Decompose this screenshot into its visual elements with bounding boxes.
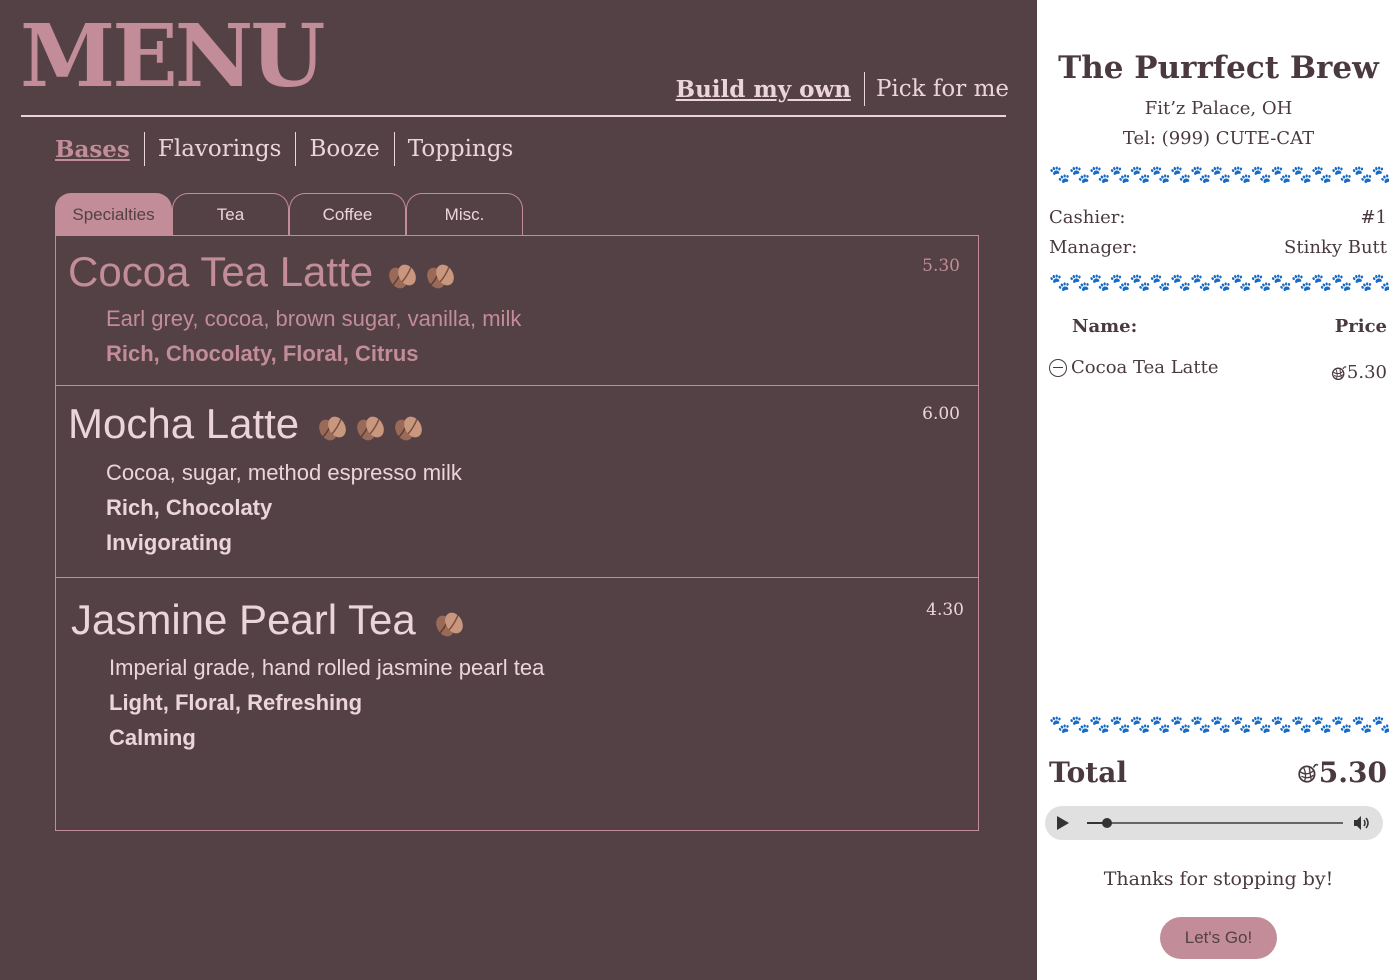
menu-item-mocha-latte[interactable]: Mocha Latte 6.00 Cocoa, sugar, method es… <box>56 386 978 578</box>
manager-value: Stinky Butt <box>1284 237 1387 258</box>
item-flavor-tags: Rich, Chocolaty, Floral, Citrus <box>106 341 419 366</box>
manager-label: Manager: <box>1049 237 1138 258</box>
category-booze[interactable]: Booze <box>309 136 379 162</box>
divider <box>863 72 865 106</box>
menu-tabs: Specialties Tea Coffee Misc. <box>55 193 523 236</box>
coffee-bean-icon <box>391 407 425 441</box>
item-price: 4.30 <box>926 600 964 620</box>
order-item-name: Cocoa Tea Latte <box>1071 357 1219 378</box>
tab-specialties[interactable]: Specialties <box>55 193 172 236</box>
caffeine-rating <box>315 407 425 441</box>
caffeine-rating <box>432 603 466 637</box>
category-toppings[interactable]: Toppings <box>408 136 514 162</box>
order-item-price: 5.30 <box>1346 362 1387 383</box>
order-header: Name: Price <box>1072 316 1387 337</box>
volume-icon[interactable] <box>1353 815 1371 831</box>
total-value: 5.30 <box>1318 756 1387 789</box>
play-icon[interactable] <box>1057 816 1069 830</box>
thanks-message: Thanks for stopping by! <box>1103 868 1334 890</box>
item-mood-tag: Calming <box>109 725 196 750</box>
build-my-own-link[interactable]: Build my own <box>676 76 851 103</box>
total-row: Total 5.30 <box>1049 756 1387 789</box>
audio-progress-thumb[interactable] <box>1102 818 1113 828</box>
item-flavor-tags: Rich, Chocolaty <box>106 495 273 520</box>
item-description: Cocoa, sugar, method espresso milk <box>106 460 462 485</box>
item-name: Jasmine Pearl Tea <box>71 596 416 643</box>
item-flavor-tags: Light, Floral, Refreshing <box>109 690 363 715</box>
audio-progress-track[interactable] <box>1087 818 1343 828</box>
tab-tea[interactable]: Tea <box>172 193 289 236</box>
menu-item-jasmine-pearl-tea[interactable]: Jasmine Pearl Tea 4.30 Imperial grade, h… <box>56 578 978 830</box>
cashier-value: #1 <box>1360 207 1387 228</box>
shop-name: The Purrfect Brew <box>1058 50 1379 86</box>
divider <box>143 132 145 166</box>
shop-address: Fit’z Palace, OH <box>1144 98 1293 119</box>
cashier-label: Cashier: <box>1049 207 1126 228</box>
cashier-row: Cashier: #1 <box>1049 207 1387 228</box>
coffee-bean-icon <box>432 603 466 637</box>
paw-divider: 🐾🐾🐾🐾🐾🐾🐾🐾🐾🐾🐾🐾🐾🐾🐾🐾🐾🐾🐾🐾🐾🐾🐾🐾 <box>1049 715 1389 735</box>
paw-divider: 🐾🐾🐾🐾🐾🐾🐾🐾🐾🐾🐾🐾🐾🐾🐾🐾🐾🐾🐾🐾🐾🐾🐾🐾 <box>1049 165 1389 185</box>
audio-player <box>1045 806 1383 840</box>
item-description: Imperial grade, hand rolled jasmine pear… <box>109 655 545 680</box>
item-mood-tag: Invigorating <box>106 530 232 555</box>
menu-item-cocoa-tea-latte[interactable]: Cocoa Tea Latte 5.30 Earl grey, cocoa, b… <box>56 236 978 386</box>
order-line-item: Cocoa Tea Latte 5.30 <box>1049 352 1387 383</box>
coffee-bean-icon <box>423 255 457 289</box>
item-name: Cocoa Tea Latte <box>68 248 374 295</box>
yarn-ball-icon <box>1331 365 1347 380</box>
pick-for-me-link[interactable]: Pick for me <box>876 76 1009 102</box>
item-price: 5.30 <box>922 256 960 276</box>
title-divider <box>21 115 1006 117</box>
item-description: Earl grey, cocoa, brown sugar, vanilla, … <box>106 306 522 331</box>
category-flavorings[interactable]: Flavorings <box>158 136 282 162</box>
divider <box>393 132 395 166</box>
coffee-bean-icon <box>315 407 349 441</box>
mode-nav: Build my own Pick for me <box>676 72 1009 106</box>
caffeine-rating <box>385 255 457 289</box>
coffee-bean-icon <box>385 255 419 289</box>
divider <box>295 132 297 166</box>
menu-title: MENU <box>20 6 325 107</box>
category-bases[interactable]: Bases <box>55 136 130 163</box>
coffee-bean-icon <box>353 407 387 441</box>
price-column-header: Price <box>1334 316 1387 337</box>
category-nav: Bases Flavorings Booze Toppings <box>55 132 513 166</box>
paw-divider: 🐾🐾🐾🐾🐾🐾🐾🐾🐾🐾🐾🐾🐾🐾🐾🐾🐾🐾🐾🐾🐾🐾🐾🐾 <box>1049 273 1389 293</box>
remove-item-icon[interactable] <box>1049 358 1067 377</box>
shop-phone: Tel: (999) CUTE-CAT <box>1122 128 1315 149</box>
yarn-ball-icon <box>1298 763 1319 783</box>
total-label: Total <box>1049 756 1128 789</box>
manager-row: Manager: Stinky Butt <box>1049 237 1387 258</box>
menu-area: MENU Build my own Pick for me Bases Flav… <box>0 0 1036 980</box>
item-name: Mocha Latte <box>68 400 300 447</box>
receipt-panel: The Purrfect Brew Fit’z Palace, OH Tel: … <box>1037 0 1400 980</box>
tab-misc[interactable]: Misc. <box>406 193 523 236</box>
menu-items-panel: Cocoa Tea Latte 5.30 Earl grey, cocoa, b… <box>55 235 979 831</box>
tab-coffee[interactable]: Coffee <box>289 193 406 236</box>
lets-go-button[interactable]: Let's Go! <box>1160 917 1277 959</box>
item-price: 6.00 <box>922 404 960 424</box>
name-column-header: Name: <box>1072 316 1138 337</box>
